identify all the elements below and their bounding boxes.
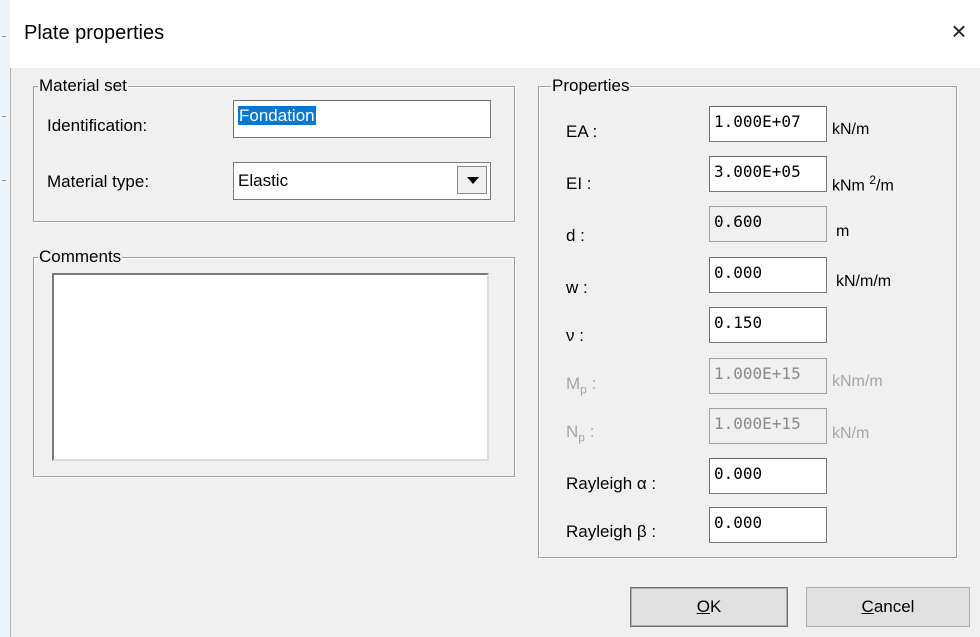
rayleigh-alpha-label: Rayleigh α : [566,474,657,493]
nu-input[interactable]: 0.150 [709,307,827,343]
ei-label: EI : [566,174,592,193]
ea-unit: kN/m [832,121,870,138]
nu-label: ν : [566,326,584,345]
d-value: 0.600 [709,206,827,242]
mp-label: Mp : [566,374,597,397]
w-input[interactable]: 0.000 [709,257,827,293]
ea-input[interactable]: 1.000E+07 [709,106,827,142]
mp-unit: kNm/m [832,373,883,390]
w-label: w : [566,278,588,297]
material-type-label: Material type: [47,172,150,191]
rayleigh-alpha-input[interactable]: 0.000 [709,458,827,494]
rayleigh-beta-input[interactable]: 0.000 [709,507,827,543]
np-label: Np : [566,422,595,445]
np-unit: kN/m [832,425,870,442]
title-bar: Plate properties × [10,0,980,68]
ei-input[interactable]: 3.000E+05 [709,156,827,192]
mp-input: 1.000E+15 [709,358,827,394]
comments-legend: Comments [38,247,123,267]
identification-input[interactable]: Fondation [233,100,491,138]
np-input: 1.000E+15 [709,408,827,444]
properties-legend: Properties [551,76,631,96]
w-unit: kN/m/m [836,273,892,290]
identification-value: Fondation [238,106,316,125]
ok-button[interactable]: OK [630,587,788,627]
material-type-select[interactable]: Elastic [233,162,491,200]
comments-textarea[interactable] [52,273,489,461]
d-label: d : [566,226,585,245]
identification-label: Identification: [47,116,148,135]
rayleigh-beta-label: Rayleigh β : [566,522,657,541]
cancel-button[interactable]: Cancel [806,587,970,627]
ei-unit: kNm 2/m [832,173,894,195]
material-type-value: Elastic [238,171,289,190]
background-window-edge [0,0,11,637]
window-title: Plate properties [24,22,165,44]
ea-label: EA : [566,122,598,141]
chevron-down-icon[interactable] [457,166,487,194]
d-unit: m [836,223,850,240]
close-icon[interactable]: × [944,16,974,46]
material-set-legend: Material set [38,76,128,96]
